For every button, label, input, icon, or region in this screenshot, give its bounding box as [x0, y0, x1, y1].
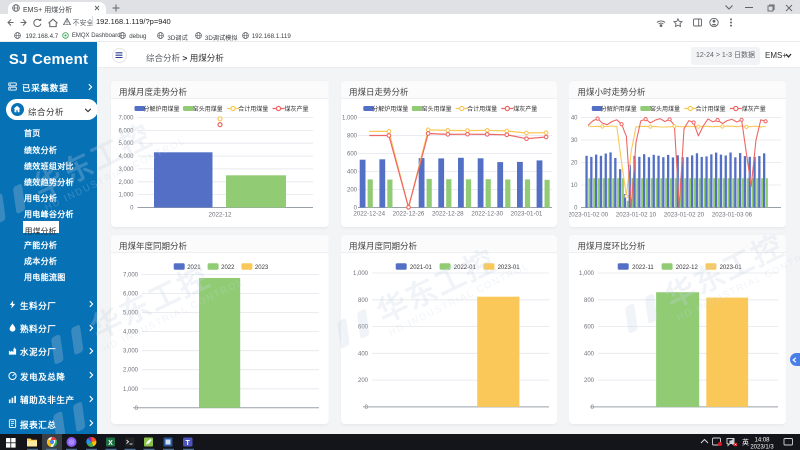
svg-text:2023/1/3: 2023/1/3: [750, 444, 774, 450]
svg-text:T: T: [186, 440, 191, 447]
svg-text:X: X: [108, 440, 113, 447]
svg-text:英: 英: [742, 438, 749, 447]
svg-text:14:08: 14:08: [754, 438, 770, 444]
